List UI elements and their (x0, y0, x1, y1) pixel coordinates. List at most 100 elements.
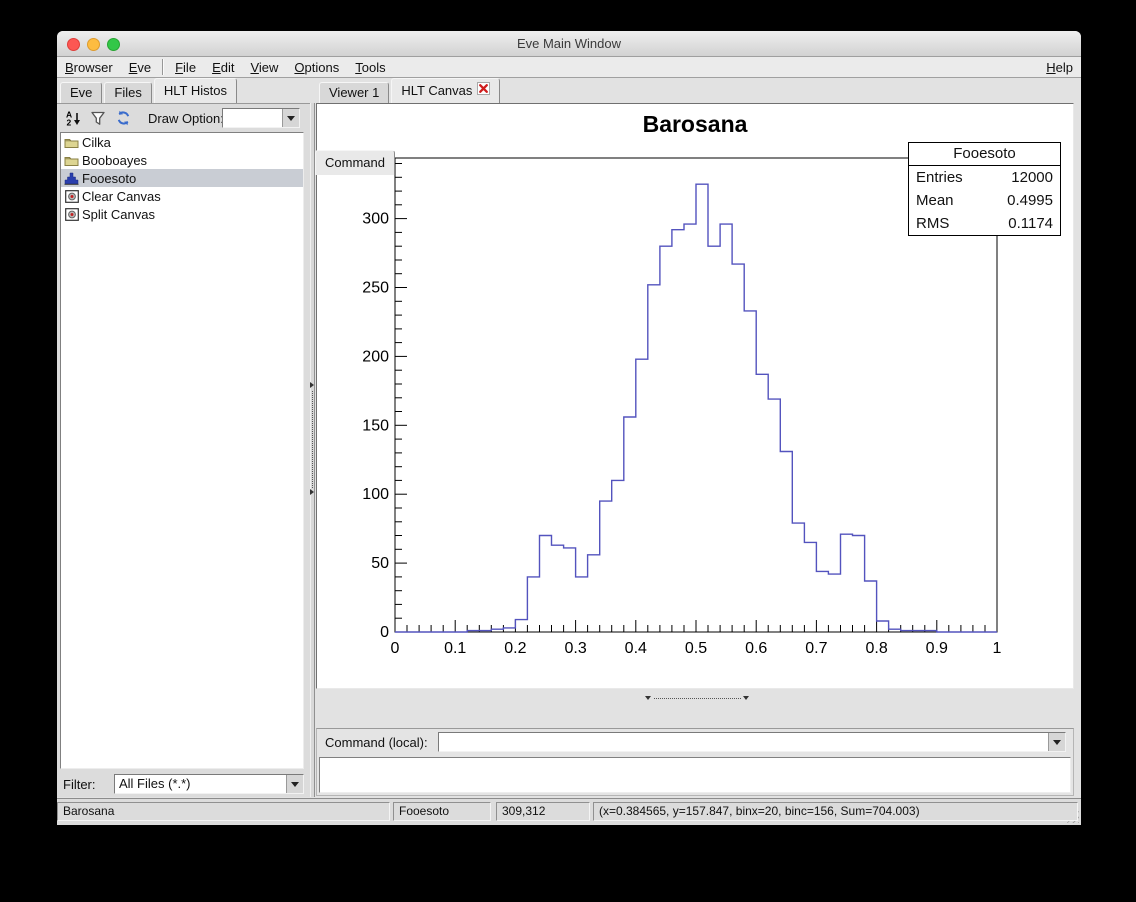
zoom-traffic-light[interactable] (107, 38, 120, 51)
screenshot-root: { "window": {"title": "Eve Main Window"}… (0, 0, 1136, 902)
refresh-icon[interactable] (115, 110, 132, 126)
folder-icon (63, 154, 80, 167)
close-traffic-light[interactable] (67, 38, 80, 51)
stats-rows: Entries12000Mean 0.4995RMS0.1174 (909, 166, 1060, 235)
tab-label: Eve (70, 83, 92, 103)
window-title: Eve Main Window (57, 31, 1081, 56)
sort-az-icon[interactable]: A 2 (66, 110, 81, 126)
x-tick-label: 0.3 (564, 640, 586, 657)
tree-item-label: Cilka (82, 135, 111, 150)
close-icon[interactable] (477, 81, 490, 101)
folder-icon (63, 136, 80, 149)
y-tick-label: 100 (362, 486, 389, 503)
y-tick-label: 0 (380, 624, 389, 641)
status-segment-3: (x=0.384565, y=157.847, binx=20, binc=15… (593, 802, 1078, 821)
tab-label: Files (114, 83, 141, 103)
chevron-down-icon (1053, 740, 1061, 745)
tab-command[interactable]: Command (315, 150, 395, 175)
x-tick-label: 0 (391, 640, 400, 657)
menu-edit[interactable]: Edit (204, 60, 242, 75)
stats-value: 12000 (1011, 166, 1053, 189)
y-tick-label: 300 (362, 211, 389, 228)
command-output[interactable] (319, 757, 1071, 793)
eve-main-window: Eve Main Window BrowserEveFileEditViewOp… (57, 31, 1081, 825)
chart-title: Barosana (317, 111, 1073, 138)
x-tick-label: 1 (993, 640, 1002, 657)
canvas-icon (63, 208, 80, 221)
canvas-icon (63, 190, 80, 203)
stats-row: Mean 0.4995 (909, 189, 1060, 212)
stats-value: 0.4995 (1007, 189, 1053, 212)
chevron-down-icon (287, 116, 295, 121)
histogram-line (395, 184, 997, 632)
stats-row: Entries12000 (909, 166, 1060, 189)
command-input[interactable] (439, 733, 1048, 751)
stats-label: Mean (916, 189, 954, 212)
stats-box[interactable]: Fooesoto Entries12000Mean0.4995RMS0.1174 (908, 142, 1061, 236)
command-combobox[interactable] (438, 732, 1066, 752)
splitter-arrow-icon (645, 696, 651, 700)
tab-files[interactable]: Files (104, 82, 151, 103)
stats-row: RMS0.1174 (909, 212, 1060, 235)
sidebar-toolbar: A 2 Draw Option: (57, 105, 310, 131)
draw-option-combobox[interactable] (222, 108, 300, 128)
x-tick-label: 0.9 (926, 640, 948, 657)
x-tick-label: 0.5 (685, 640, 707, 657)
x-tick-label: 0.1 (444, 640, 466, 657)
tab-label: Command (325, 153, 385, 173)
stats-value: 0.1174 (1008, 212, 1053, 235)
status-segment-2: 309,312 (496, 802, 590, 821)
tab-hlt-histos[interactable]: HLT Histos (154, 78, 237, 103)
tree-item-clear-canvas[interactable]: Clear Canvas (61, 187, 303, 205)
menu-browser[interactable]: Browser (57, 60, 121, 75)
filter-row: Filter: All Files (*.*) (57, 771, 310, 798)
menu-help[interactable]: Help (1038, 60, 1081, 75)
filter-funnel-icon[interactable] (90, 111, 106, 126)
filter-combobox[interactable]: All Files (*.*) (114, 774, 304, 794)
tree-item-label: Split Canvas (82, 207, 155, 222)
tree-item-split-canvas[interactable]: Split Canvas (61, 205, 303, 223)
tree-item-fooesoto[interactable]: Fooesoto (61, 169, 303, 187)
y-tick-label: 200 (362, 348, 389, 365)
x-tick-label: 0.7 (805, 640, 827, 657)
menu-file[interactable]: File (167, 60, 204, 75)
tab-viewer-1[interactable]: Viewer 1 (319, 82, 389, 103)
tree-item-booboayes[interactable]: Booboayes (61, 151, 303, 169)
combo-arrow-button[interactable] (1048, 733, 1065, 751)
x-tick-label: 0.8 (865, 640, 887, 657)
menu-options[interactable]: Options (286, 60, 347, 75)
filter-label: Filter: (63, 777, 96, 792)
tab-hlt-canvas[interactable]: HLT Canvas (391, 78, 500, 103)
splitter-handle[interactable] (654, 698, 741, 699)
y-tick-label: 150 (362, 417, 389, 434)
splitter-handle[interactable] (312, 391, 313, 488)
menu-eve[interactable]: Eve (121, 60, 159, 75)
menu-view[interactable]: View (242, 60, 286, 75)
menu-separator (162, 59, 164, 75)
sidebar-tabstrip: Eve Files HLT Histos (60, 78, 239, 103)
x-tick-label: 0.4 (625, 640, 647, 657)
combo-arrow-button[interactable] (282, 109, 299, 127)
menu-bar: BrowserEve FileEditViewOptionsTools Help (57, 57, 1081, 78)
minimize-traffic-light[interactable] (87, 38, 100, 51)
root-canvas[interactable]: 00.10.20.30.40.50.60.70.80.9105010015020… (316, 103, 1074, 689)
combo-arrow-button[interactable] (286, 775, 303, 793)
tab-eve[interactable]: Eve (60, 82, 102, 103)
tree-item-cilka[interactable]: Cilka (61, 133, 303, 151)
tab-label: Viewer 1 (329, 83, 379, 103)
horizontal-splitter[interactable] (316, 694, 1074, 704)
command-tabstrip: Command (315, 150, 397, 175)
draw-option-value[interactable] (223, 109, 282, 127)
splitter-arrow-icon (310, 382, 314, 388)
status-segment-1: Fooesoto (393, 802, 491, 821)
titlebar[interactable]: Eve Main Window (57, 31, 1081, 57)
tree-item-label: Clear Canvas (82, 189, 161, 204)
menu-tools[interactable]: Tools (347, 60, 393, 75)
status-segment-0: Barosana (57, 802, 390, 821)
y-tick-label: 250 (362, 280, 389, 297)
tab-label: HLT Histos (164, 81, 227, 101)
sidebar-panel: A 2 Draw Option: (57, 103, 310, 797)
chevron-down-icon (291, 782, 299, 787)
x-tick-label: 0.2 (504, 640, 526, 657)
filter-value[interactable]: All Files (*.*) (115, 775, 286, 793)
